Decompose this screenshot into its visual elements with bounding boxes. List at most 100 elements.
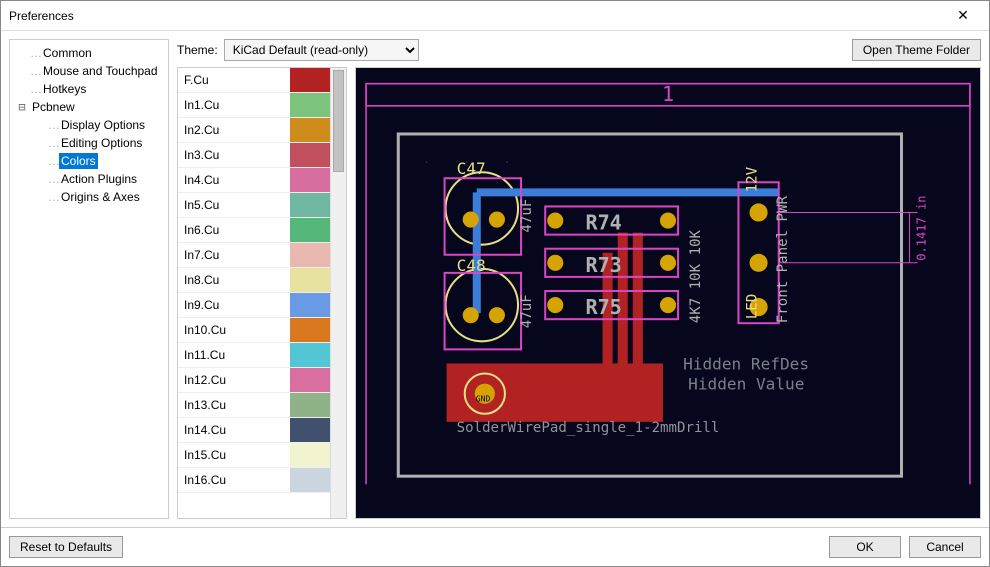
layers-panel: F.Cu In1.Cu In2.Cu In3.Cu In4.Cu In5.Cu In6.Cu… [177,67,347,519]
layer-name: In11.Cu [178,348,290,362]
tree-item-pcbnew[interactable]: ⊟Pcbnew [10,98,168,116]
theme-select[interactable]: KiCad Default (read-only) [224,39,419,61]
tree-item-display-options[interactable]: …Display Options [10,116,168,134]
layer-name: In14.Cu [178,423,290,437]
layer-color-swatch[interactable] [290,118,330,142]
nav-tree[interactable]: …Common…Mouse and Touchpad…Hotkeys⊟Pcbne… [9,39,169,519]
layer-name: In8.Cu [178,273,290,287]
layer-name: In3.Cu [178,148,290,162]
tree-item-editing-options[interactable]: …Editing Options [10,134,168,152]
theme-label: Theme: [177,43,218,57]
layer-color-swatch[interactable] [290,443,330,467]
layer-row[interactable]: In11.Cu [178,343,330,368]
svg-text:12V: 12V [745,166,761,192]
svg-text:0.1417 in: 0.1417 in [915,195,929,260]
layer-row[interactable]: In3.Cu [178,143,330,168]
layer-name: In2.Cu [178,123,290,137]
layer-row[interactable]: In14.Cu [178,418,330,443]
layer-name: In4.Cu [178,173,290,187]
layer-color-swatch[interactable] [290,243,330,267]
layer-color-swatch[interactable] [290,393,330,417]
r73-label: R73 [585,253,621,277]
tree-item-label: Pcbnew [30,99,77,115]
footer: Reset to Defaults OK Cancel [1,527,989,566]
tree-item-label: Display Options [59,117,147,133]
layer-color-swatch[interactable] [290,168,330,192]
layer-color-swatch[interactable] [290,193,330,217]
layer-color-swatch[interactable] [290,68,330,92]
tree-item-hotkeys[interactable]: …Hotkeys [10,80,168,98]
content-area: F.Cu In1.Cu In2.Cu In3.Cu In4.Cu In5.Cu In6.Cu… [177,67,981,519]
tree-expander-icon[interactable]: ⊟ [14,100,30,114]
tree-item-mouse-and-touchpad[interactable]: …Mouse and Touchpad [10,62,168,80]
layer-color-swatch[interactable] [290,468,330,492]
layer-row[interactable]: In13.Cu [178,393,330,418]
svg-text:LED: LED [745,294,761,319]
pcb-svg: 1 [356,68,980,518]
layer-color-swatch[interactable] [290,268,330,292]
preferences-dialog: Preferences ✕ …Common…Mouse and Touchpad… [0,0,990,567]
layer-color-swatch[interactable] [290,343,330,367]
svg-text:Hidden Value: Hidden Value [688,375,804,394]
layer-row[interactable]: In12.Cu [178,368,330,393]
tree-item-label: Hotkeys [41,81,88,97]
layer-row[interactable]: In1.Cu [178,93,330,118]
reset-defaults-button[interactable]: Reset to Defaults [9,536,123,558]
titlebar: Preferences ✕ [1,1,989,31]
layer-row[interactable]: In6.Cu [178,218,330,243]
page-number: 1 [662,82,674,106]
tree-item-common[interactable]: …Common [10,44,168,62]
main-area: …Common…Mouse and Touchpad…Hotkeys⊟Pcbne… [1,31,989,527]
layer-color-swatch[interactable] [290,93,330,117]
layer-name: In6.Cu [178,223,290,237]
window-title: Preferences [9,9,74,23]
tree-item-label: Action Plugins [59,171,139,187]
svg-text:4K7 10K 10K: 4K7 10K 10K [688,229,704,323]
r75-label: R75 [585,295,621,319]
svg-text:SolderWirePad_single_1-2mmDril: SolderWirePad_single_1-2mmDrill [457,420,720,436]
layer-row[interactable]: In10.Cu [178,318,330,343]
layer-name: In15.Cu [178,448,290,462]
layer-name: F.Cu [178,73,290,87]
layer-color-swatch[interactable] [290,318,330,342]
layer-row[interactable]: In7.Cu [178,243,330,268]
svg-text:Hidden RefDes: Hidden RefDes [683,354,809,373]
right-panel: Theme: KiCad Default (read-only) Open Th… [177,39,981,519]
layer-row[interactable]: In15.Cu [178,443,330,468]
open-theme-folder-button[interactable]: Open Theme Folder [852,39,981,61]
tree-item-label: Origins & Axes [59,189,142,205]
tree-item-origins-axes[interactable]: …Origins & Axes [10,188,168,206]
svg-text:GND: GND [476,395,491,404]
layer-color-swatch[interactable] [290,418,330,442]
layer-name: In16.Cu [178,473,290,487]
layer-row[interactable]: F.Cu [178,68,330,93]
layer-name: In7.Cu [178,248,290,262]
layer-color-swatch[interactable] [290,368,330,392]
layer-color-swatch[interactable] [290,218,330,242]
layer-row[interactable]: In5.Cu [178,193,330,218]
tree-item-label: Colors [59,153,98,169]
r74-label: R74 [585,211,621,235]
ok-button[interactable]: OK [829,536,901,558]
cancel-button[interactable]: Cancel [909,536,981,558]
tree-item-label: Mouse and Touchpad [41,63,160,79]
layers-list[interactable]: F.Cu In1.Cu In2.Cu In3.Cu In4.Cu In5.Cu In6.Cu… [178,68,330,518]
layer-row[interactable]: In16.Cu [178,468,330,493]
tree-item-label: Common [41,45,94,61]
layer-color-swatch[interactable] [290,293,330,317]
layer-name: In5.Cu [178,198,290,212]
layer-row[interactable]: In4.Cu [178,168,330,193]
tree-item-colors[interactable]: …Colors [10,152,168,170]
pcb-preview: 1 [355,67,981,519]
layer-row[interactable]: In8.Cu [178,268,330,293]
layer-name: In10.Cu [178,323,290,337]
layer-row[interactable]: In2.Cu [178,118,330,143]
layer-row[interactable]: In9.Cu [178,293,330,318]
c47-label: C47 [457,159,486,178]
close-button[interactable]: ✕ [945,4,981,28]
tree-item-label: Editing Options [59,135,144,151]
theme-bar: Theme: KiCad Default (read-only) Open Th… [177,39,981,61]
tree-item-action-plugins[interactable]: …Action Plugins [10,170,168,188]
layer-color-swatch[interactable] [290,143,330,167]
layers-scrollbar[interactable] [330,68,346,518]
